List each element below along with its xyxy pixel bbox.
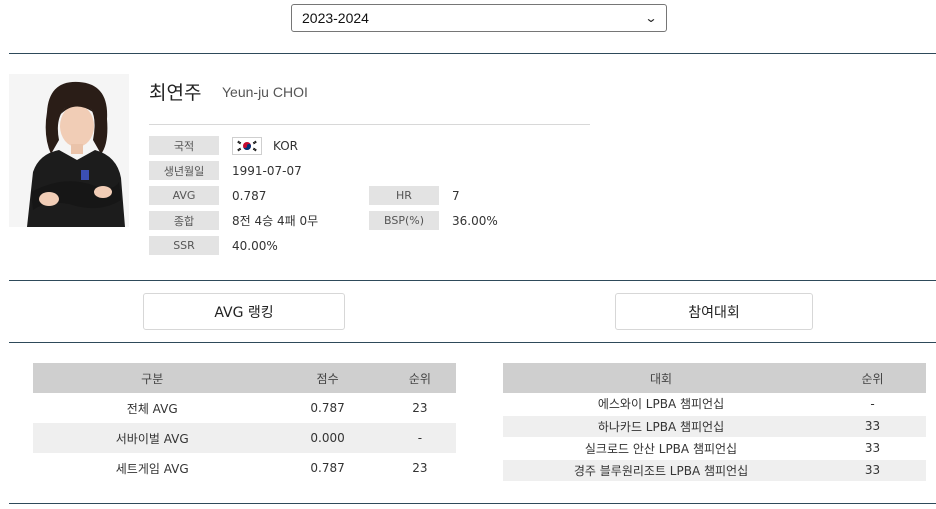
tournaments-button[interactable]: 참여대회 (615, 293, 813, 330)
hr-label: HR (369, 186, 439, 205)
tournament-rank: 33 (819, 437, 926, 460)
bsp-value: 36.00% (452, 213, 498, 228)
header-rank: 순위 (819, 363, 926, 393)
total-value: 8전 4승 4패 0무 (232, 214, 319, 228)
row-score: 0.787 (310, 461, 345, 475)
table-row: 세트게임 AVG 0.787 23 (33, 453, 456, 483)
avg-ranking-button[interactable]: AVG 랭킹 (143, 293, 345, 330)
divider-middle (9, 280, 936, 281)
bsp-label: BSP(%) (369, 211, 439, 230)
hr-value: 7 (452, 188, 460, 203)
table-row: 전체 AVG 0.787 23 (33, 393, 456, 423)
player-photo (9, 74, 129, 227)
row-category: 서바이벌 AVG (33, 423, 272, 453)
season-select-value: 2023-2024 (302, 10, 369, 26)
table-row: 경주 블루원리조트 LPBA 챔피언십 33 (503, 459, 926, 482)
tournament-rank: 33 (819, 415, 926, 438)
row-category: 전체 AVG (126, 401, 178, 416)
player-name-korean: 최연주 (149, 82, 202, 104)
chevron-down-icon: ⌄ (644, 11, 658, 25)
header-rank: 순위 (383, 363, 456, 393)
ssr-label: SSR (149, 236, 219, 255)
player-portrait-icon (9, 74, 129, 227)
divider-bottom (9, 503, 936, 504)
row-rank: 23 (412, 461, 428, 475)
tournament-rank: 33 (819, 459, 926, 482)
table-row: 하나카드 LPBA 챔피언십 33 (503, 415, 926, 438)
birth-label: 생년월일 (149, 161, 219, 180)
total-label: 종합 (149, 211, 219, 230)
tournament-name[interactable]: 경주 블루원리조트 LPBA 챔피언십 (503, 459, 819, 482)
avg-ranking-table: 구분 점수 순위 전체 AVG 0.787 23 서바이벌 AVG 0.000 … (33, 363, 456, 483)
table-row: 서바이벌 AVG 0.000 - (33, 423, 456, 453)
tournament-name[interactable]: 실크로드 안산 LPBA 챔피언십 (503, 437, 819, 460)
divider-lower (9, 342, 936, 343)
row-category: 세트게임 AVG (115, 461, 189, 476)
tournament-name[interactable]: 에스와이 LPBA 챔피언십 (503, 393, 819, 416)
row-rank: - (383, 423, 456, 453)
table-row: 실크로드 안산 LPBA 챔피언십 33 (503, 437, 926, 460)
header-category: 구분 (33, 363, 272, 393)
birth-value: 1991-07-07 (232, 163, 302, 178)
tournament-table: 대회 순위 에스와이 LPBA 챔피언십 - 하나카드 LPBA 챔피언십 33… (503, 363, 926, 482)
avg-value: 0.787 (232, 188, 267, 203)
header-tournament: 대회 (503, 363, 819, 393)
player-name-english: Yeun-ju CHOI (222, 84, 308, 100)
header-score: 점수 (271, 363, 384, 393)
divider-top (9, 53, 936, 54)
name-divider (149, 124, 590, 125)
row-score: 0.000 (271, 423, 384, 453)
table-row: 에스와이 LPBA 챔피언십 - (503, 393, 926, 416)
row-rank: 23 (412, 401, 428, 415)
nationality-value: KOR (273, 138, 298, 153)
row-score: 0.787 (310, 401, 345, 415)
tournament-name[interactable]: 하나카드 LPBA 챔피언십 (503, 415, 819, 438)
table-header-row: 구분 점수 순위 (33, 363, 456, 393)
season-select[interactable]: 2023-2024 ⌄ (291, 4, 667, 32)
table-header-row: 대회 순위 (503, 363, 926, 393)
avg-label: AVG (149, 186, 219, 205)
korea-flag-icon (232, 137, 262, 155)
ssr-value: 40.00% (232, 238, 278, 253)
tournament-rank: - (819, 393, 926, 416)
nationality-label: 국적 (149, 136, 219, 155)
